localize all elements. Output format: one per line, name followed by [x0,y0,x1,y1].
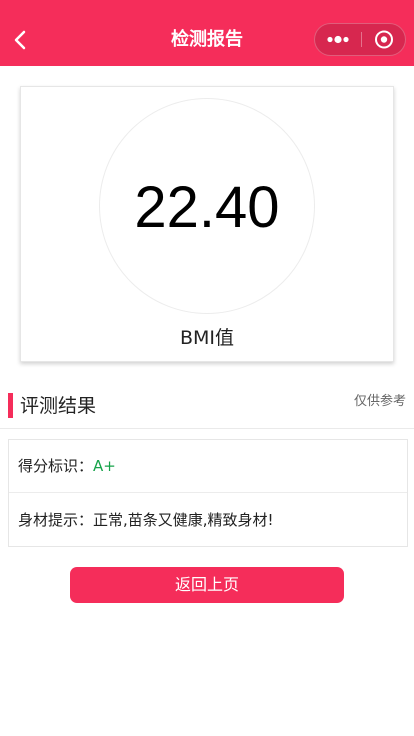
section-accent-bar [8,393,13,418]
close-button[interactable] [362,24,406,55]
figure-label: 身材提示： [18,511,94,529]
bmi-label: BMI值 [179,327,235,349]
bmi-value: 22.40 [134,175,280,240]
reference-note: 仅供参考 [353,394,406,409]
score-grade: A+ [93,457,116,475]
mini-program-capsule [314,23,406,56]
result-table: 得分标识：A+ 身材提示：正常,苗条又健康,精致身材! [8,439,408,547]
more-dots-icon [327,35,349,44]
figure-hint: 正常,苗条又健康,精致身材! [93,511,274,529]
score-label: 得分标识： [18,457,94,475]
target-circle-icon [375,30,393,49]
more-button[interactable] [315,24,361,55]
return-button[interactable]: 返回上页 [70,567,344,603]
section-divider [0,428,414,429]
result-row-figure: 身材提示：正常,苗条又健康,精致身材! [9,494,407,547]
bmi-card: 22.40 BMI值 [20,86,394,362]
result-row-score: 得分标识：A+ [9,440,407,493]
top-nav-bar: 检测报告 [0,0,414,66]
section-title: 评测结果 [20,395,97,417]
